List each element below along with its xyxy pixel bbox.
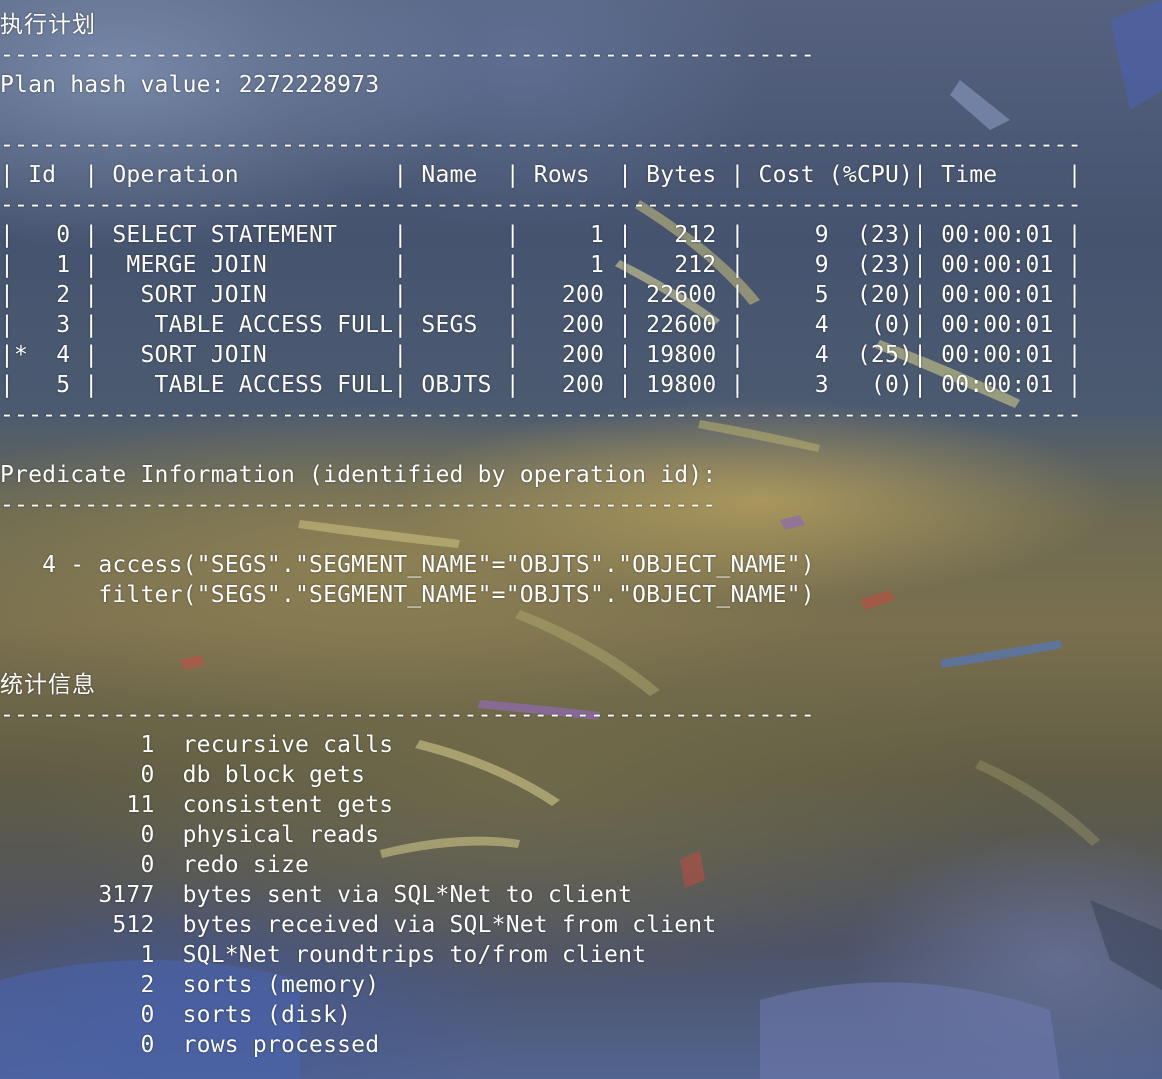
- statistic-row: 3177 bytes sent via SQL*Net to client: [0, 882, 633, 908]
- table-border-line: ----------------------------------------…: [0, 192, 1082, 218]
- plan-table-row: | 0 | SELECT STATEMENT | | 1 | 212 | 9 (…: [0, 222, 1082, 248]
- statistic-row: 0 db block gets: [0, 762, 366, 788]
- predicate-filter: filter("SEGS"."SEGMENT_NAME"="OBJTS"."OB…: [0, 582, 815, 608]
- statistic-row: 2 sorts (memory): [0, 972, 380, 998]
- statistic-row: 1 recursive calls: [0, 732, 394, 758]
- predicate-access: 4 - access("SEGS"."SEGMENT_NAME"="OBJTS"…: [0, 552, 815, 578]
- section-heading-statistics: 统计信息: [0, 672, 96, 698]
- statistic-row: 11 consistent gets: [0, 792, 394, 818]
- statistic-row: 0 sorts (disk): [0, 1002, 352, 1028]
- statistic-row: 512 bytes received via SQL*Net from clie…: [0, 912, 717, 938]
- plan-hash-value: Plan hash value: 2272228973: [0, 72, 380, 98]
- plan-table-row: |* 4 | SORT JOIN | | 200 | 19800 | 4 (25…: [0, 342, 1082, 368]
- separator-line: ----------------------------------------…: [0, 42, 815, 68]
- statistic-row: 1 SQL*Net roundtrips to/from client: [0, 942, 647, 968]
- separator-line: ----------------------------------------…: [0, 492, 717, 518]
- plan-table-row: | 1 | MERGE JOIN | | 1 | 212 | 9 (23)| 0…: [0, 252, 1082, 278]
- predicate-information-heading: Predicate Information (identified by ope…: [0, 462, 717, 488]
- statistic-row: 0 physical reads: [0, 822, 380, 848]
- plan-table-row: | 2 | SORT JOIN | | 200 | 22600 | 5 (20)…: [0, 282, 1082, 308]
- table-border-line: ----------------------------------------…: [0, 132, 1082, 158]
- statistic-row: 0 redo size: [0, 852, 310, 878]
- table-border-line: ----------------------------------------…: [0, 402, 1082, 428]
- plan-table-header: | Id | Operation | Name | Rows | Bytes |…: [0, 162, 1082, 188]
- plan-table-row: | 5 | TABLE ACCESS FULL| OBJTS | 200 | 1…: [0, 372, 1082, 398]
- statistic-row: 0 rows processed: [0, 1032, 380, 1058]
- plan-table-row: | 3 | TABLE ACCESS FULL| SEGS | 200 | 22…: [0, 312, 1082, 338]
- separator-line: ----------------------------------------…: [0, 702, 815, 728]
- section-heading-execution-plan: 执行计划: [0, 12, 96, 38]
